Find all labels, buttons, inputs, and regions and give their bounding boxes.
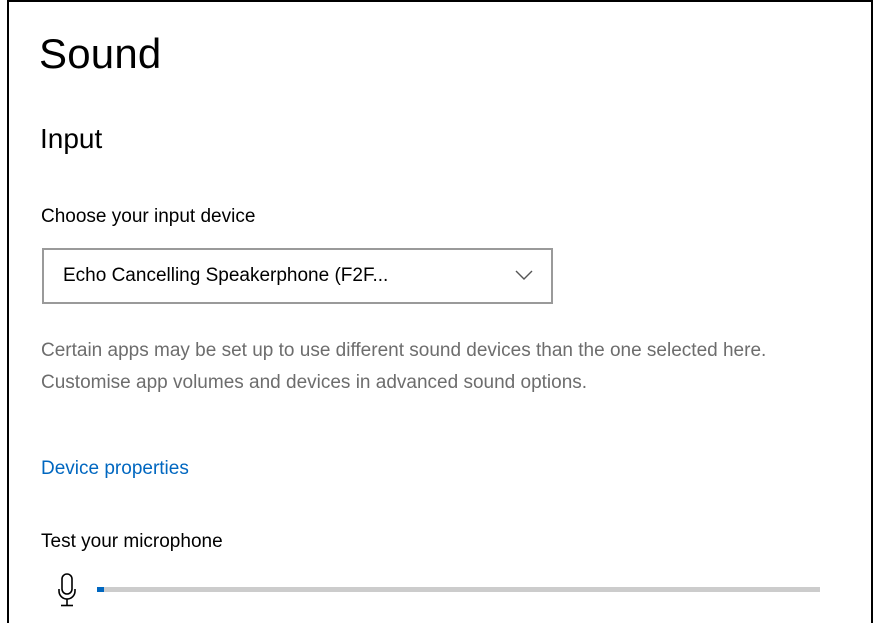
input-device-dropdown[interactable]: Echo Cancelling Speakerphone (F2F... [42, 248, 553, 304]
chevron-down-icon [515, 270, 533, 280]
page-title: Sound [39, 30, 162, 77]
input-device-info-text: Certain apps may be set up to use differ… [41, 340, 767, 393]
section-title-input: Input [40, 123, 103, 154]
microphone-icon [58, 573, 76, 607]
device-properties-link[interactable]: Device properties [41, 458, 189, 480]
microphone-level-meter [97, 587, 820, 592]
settings-window: Sound Input Choose your input device Ech… [7, 0, 873, 623]
input-device-selected-value: Echo Cancelling Speakerphone (F2F... [63, 265, 389, 286]
microphone-level-fill [97, 587, 104, 592]
test-microphone-label: Test your microphone [41, 531, 223, 552]
choose-input-device-label: Choose your input device [41, 206, 256, 227]
